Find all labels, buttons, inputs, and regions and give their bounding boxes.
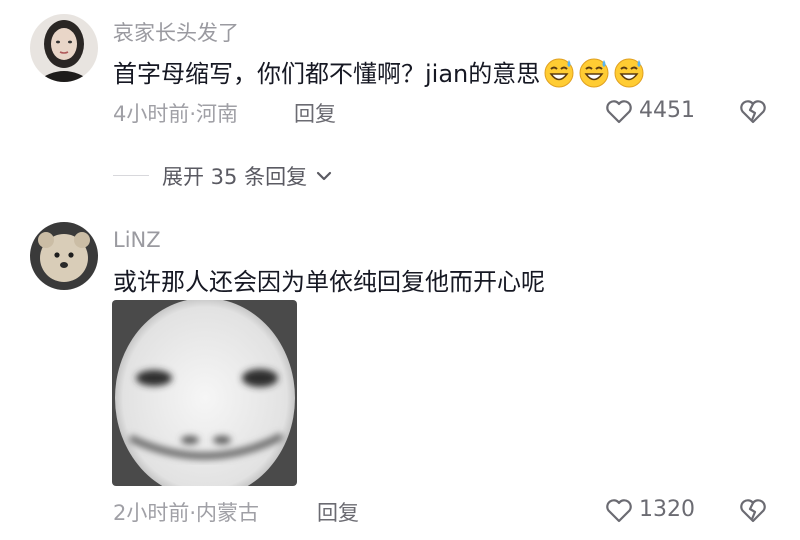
heart-outline-icon[interactable]: [604, 495, 634, 525]
expand-replies-label: 展开 35 条回复: [162, 165, 308, 189]
grinning-sweat-emoji: [578, 56, 610, 88]
comment-body: 或许那人还会因为单依纯回复他而开心呢: [113, 268, 545, 296]
chevron-down-icon: [314, 166, 334, 191]
username[interactable]: 哀家长头发了: [113, 17, 239, 47]
expand-replies-button[interactable]: 展开 35 条回复: [162, 161, 334, 191]
heart-outline-icon[interactable]: [604, 96, 634, 126]
comment-meta: 4小时前·河南: [113, 102, 239, 126]
like-count: 4451: [639, 98, 695, 123]
comment-text: 首字母缩写，你们都不懂啊？jian的意思: [113, 54, 645, 89]
grinning-sweat-emoji: [543, 56, 575, 88]
comment-body: 首字母缩写，你们都不懂啊？jian的意思: [113, 60, 541, 88]
divider-line: [113, 175, 149, 176]
comment-meta: 2小时前·内蒙古: [113, 501, 260, 525]
like-count: 1320: [639, 497, 695, 522]
reply-button[interactable]: 回复: [317, 497, 359, 527]
reply-button[interactable]: 回复: [294, 98, 336, 128]
avatar[interactable]: [30, 222, 98, 290]
username[interactable]: LiNZ: [113, 228, 161, 252]
meme-face-image[interactable]: [112, 300, 297, 486]
avatar[interactable]: [30, 14, 98, 82]
broken-heart-icon[interactable]: [738, 96, 768, 126]
grinning-sweat-emoji: [613, 56, 645, 88]
broken-heart-icon[interactable]: [738, 495, 768, 525]
